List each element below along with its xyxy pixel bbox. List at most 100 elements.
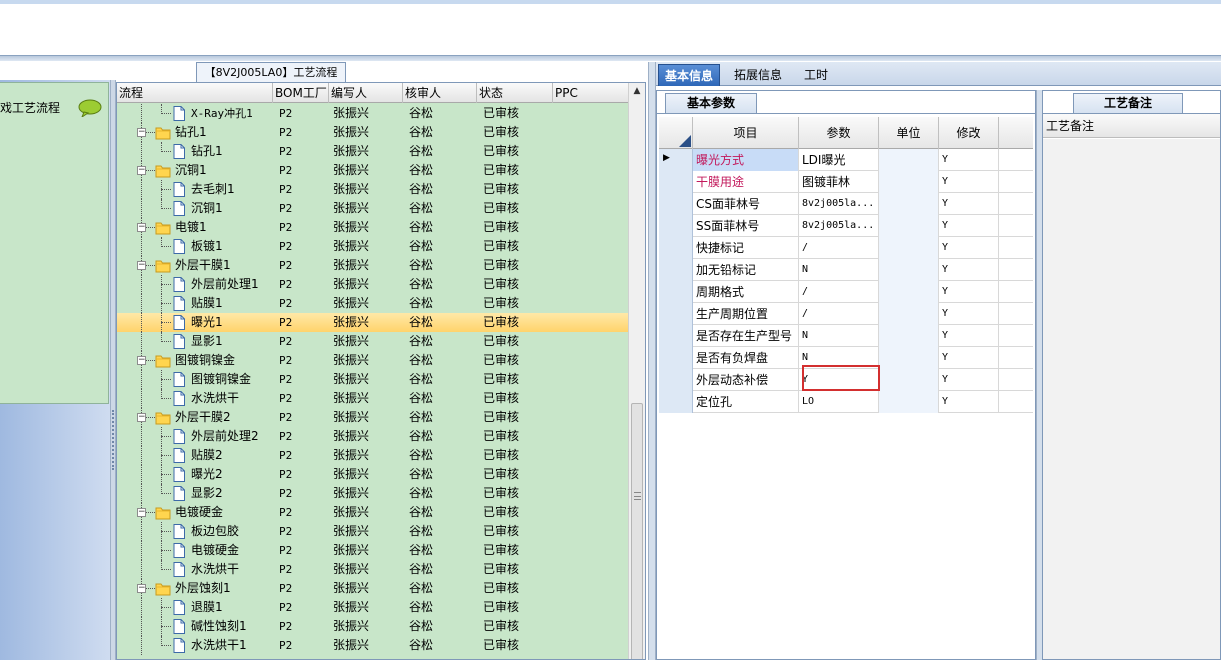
tree-row[interactable]: 碱性蚀刻1 P2 张振兴 谷松 已审核 [117,617,629,636]
tree-row[interactable]: 曝光1 P2 张振兴 谷松 已审核 [117,313,629,332]
tree-vertical-scrollbar[interactable]: ▲ [628,83,645,659]
param-item-cell[interactable]: 生产周期位置 [693,303,799,325]
row-header[interactable] [659,259,693,281]
param-unit-cell[interactable] [879,369,939,391]
param-unit-cell[interactable] [879,259,939,281]
comment-bubble-icon[interactable] [78,99,102,117]
tree-row[interactable]: 水洗烘干 P2 张振兴 谷松 已审核 [117,560,629,579]
param-modify-cell[interactable]: Y [939,391,999,413]
tree-row[interactable]: − 外层蚀刻1 P2 张振兴 谷松 已审核 [117,579,629,598]
param-value-cell[interactable]: 8v2j005la... [799,193,879,215]
param-value-cell[interactable]: / [799,281,879,303]
tab-basic-params[interactable]: 基本参数 [665,93,757,113]
middle-splitter[interactable] [648,62,656,660]
param-row[interactable]: SS面菲林号 8v2j005la... Y [659,215,1033,237]
col-header-item[interactable]: 项目 [693,117,799,149]
param-value-cell[interactable]: LO [799,391,879,413]
param-modify-cell[interactable]: Y [939,171,999,193]
collapse-toggle-icon[interactable]: − [137,413,146,422]
param-modify-cell[interactable]: Y [939,259,999,281]
tree-row[interactable]: 贴膜2 P2 张振兴 谷松 已审核 [117,446,629,465]
collapse-toggle-icon[interactable]: − [137,166,146,175]
param-modify-cell[interactable]: Y [939,149,999,171]
horizontal-splitter[interactable] [0,55,1221,61]
row-header[interactable] [659,281,693,303]
left-card[interactable]: 戏工艺流程 [0,82,109,404]
col-header-bom[interactable]: BOM工厂 [273,83,329,103]
collapse-toggle-icon[interactable]: − [137,508,146,517]
tree-row[interactable]: 曝光2 P2 张振兴 谷松 已审核 [117,465,629,484]
param-item-cell[interactable]: 加无铅标记 [693,259,799,281]
tree-row[interactable]: 退膜1 P2 张振兴 谷松 已审核 [117,598,629,617]
tree-row[interactable]: 板边包胶 P2 张振兴 谷松 已审核 [117,522,629,541]
col-header-modify[interactable]: 修改 [939,117,999,149]
param-value-cell[interactable]: N [799,325,879,347]
param-item-cell[interactable]: 干膜用途 [693,171,799,193]
param-unit-cell[interactable] [879,149,939,171]
col-header-unit[interactable]: 单位 [879,117,939,149]
param-modify-cell[interactable]: Y [939,347,999,369]
param-modify-cell[interactable]: Y [939,193,999,215]
param-unit-cell[interactable] [879,237,939,259]
param-value-cell[interactable]: 图镀菲林 [799,171,879,193]
row-header[interactable] [659,347,693,369]
param-unit-cell[interactable] [879,215,939,237]
col-header-value[interactable]: 参数 [799,117,879,149]
tree-row[interactable]: 沉铜1 P2 张振兴 谷松 已审核 [117,199,629,218]
param-item-cell[interactable]: 曝光方式 [693,149,799,171]
param-modify-cell[interactable]: Y [939,215,999,237]
param-row[interactable]: 快捷标记 / Y [659,237,1033,259]
scroll-up-arrow-icon[interactable]: ▲ [629,83,645,99]
param-unit-cell[interactable] [879,347,939,369]
param-modify-cell[interactable]: Y [939,325,999,347]
tree-row[interactable]: 外层前处理1 P2 张振兴 谷松 已审核 [117,275,629,294]
tab-work-hours[interactable]: 工时 [798,64,834,86]
tree-title-tab[interactable]: 【8V2J005LA0】工艺流程 [196,62,346,82]
notes-column-header[interactable]: 工艺备注 [1043,114,1220,138]
tree-row[interactable]: 板镀1 P2 张振兴 谷松 已审核 [117,237,629,256]
param-item-cell[interactable]: 是否有负焊盘 [693,347,799,369]
param-row[interactable]: 是否存在生产型号 N Y [659,325,1033,347]
param-modify-cell[interactable]: Y [939,369,999,391]
tab-process-notes[interactable]: 工艺备注 [1073,93,1183,113]
row-header[interactable] [659,171,693,193]
row-header[interactable] [659,391,693,413]
collapse-toggle-icon[interactable]: − [137,128,146,137]
col-header-ppc[interactable]: PPC [553,83,629,103]
tab-extended-info[interactable]: 拓展信息 [728,64,788,86]
tree-row[interactable]: X-Ray冲孔1 P2 张振兴 谷松 已审核 [117,104,629,123]
param-item-cell[interactable]: SS面菲林号 [693,215,799,237]
row-header[interactable] [659,303,693,325]
tab-basic-info[interactable]: 基本信息 [658,64,721,86]
param-modify-cell[interactable]: Y [939,281,999,303]
tree-row[interactable]: − 电镀硬金 P2 张振兴 谷松 已审核 [117,503,629,522]
tree-row[interactable]: − 图镀铜镍金 P2 张振兴 谷松 已审核 [117,351,629,370]
param-row[interactable]: 干膜用途 图镀菲林 Y [659,171,1033,193]
tree-row[interactable]: 电镀硬金 P2 张振兴 谷松 已审核 [117,541,629,560]
param-unit-cell[interactable] [879,281,939,303]
param-item-cell[interactable]: 周期格式 [693,281,799,303]
row-header[interactable] [659,325,693,347]
param-value-cell[interactable]: LDI曝光 [799,149,879,171]
col-header-reviewer[interactable]: 核审人 [403,83,477,103]
param-item-cell[interactable]: 快捷标记 [693,237,799,259]
param-item-cell[interactable]: CS面菲林号 [693,193,799,215]
col-header-status[interactable]: 状态 [477,83,553,103]
tree-row[interactable]: 去毛刺1 P2 张振兴 谷松 已审核 [117,180,629,199]
param-unit-cell[interactable] [879,171,939,193]
param-modify-cell[interactable]: Y [939,237,999,259]
param-item-cell[interactable]: 是否存在生产型号 [693,325,799,347]
collapse-toggle-icon[interactable]: − [137,584,146,593]
collapse-toggle-icon[interactable]: − [137,223,146,232]
tree-row[interactable]: 钻孔1 P2 张振兴 谷松 已审核 [117,142,629,161]
tree-row[interactable]: 水洗烘干 P2 张振兴 谷松 已审核 [117,389,629,408]
param-unit-cell[interactable] [879,193,939,215]
select-all-corner[interactable] [659,117,693,149]
tree-row[interactable]: 图镀铜镍金 P2 张振兴 谷松 已审核 [117,370,629,389]
param-row[interactable]: 加无铅标记 N Y [659,259,1033,281]
tree-row[interactable]: − 外层干膜1 P2 张振兴 谷松 已审核 [117,256,629,275]
tree-row[interactable]: 外层前处理2 P2 张振兴 谷松 已审核 [117,427,629,446]
row-header[interactable] [659,215,693,237]
param-unit-cell[interactable] [879,391,939,413]
param-modify-cell[interactable]: Y [939,303,999,325]
